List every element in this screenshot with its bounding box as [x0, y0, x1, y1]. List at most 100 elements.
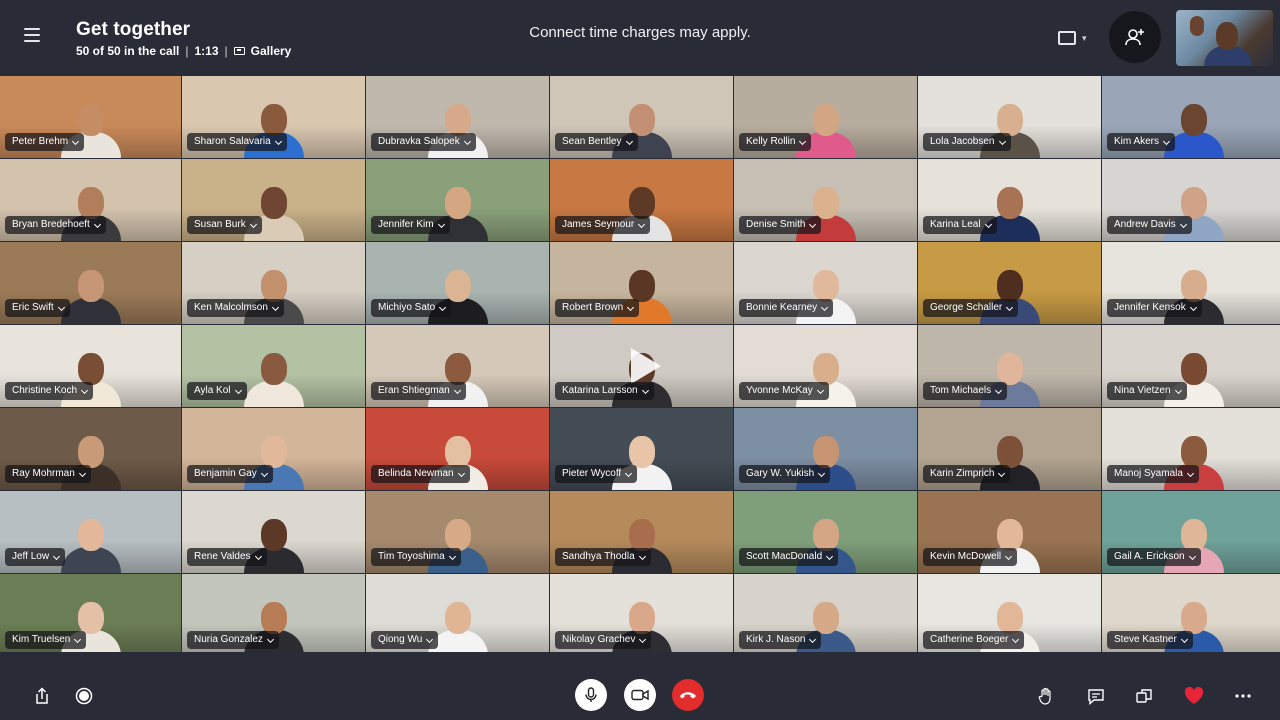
participant-name-tag[interactable]: Gary W. Yukish: [739, 465, 831, 483]
participant-name-tag[interactable]: Kirk J. Nason: [739, 631, 822, 649]
participant-name-tag[interactable]: Peter Brehm: [5, 133, 85, 151]
participant-tile[interactable]: Sandhya Thodla: [550, 491, 733, 573]
participant-name-tag[interactable]: Tim Toyoshima: [371, 548, 461, 566]
participant-name-tag[interactable]: Ken Malcolmson: [187, 299, 284, 317]
participant-name-tag[interactable]: Ray Mohrman: [5, 465, 91, 483]
participant-tile[interactable]: Yvonne McKay: [734, 325, 917, 407]
participant-tile[interactable]: Eran Shtiegman: [366, 325, 549, 407]
participant-tile[interactable]: Belinda Newman: [366, 408, 549, 490]
participant-tile[interactable]: Susan Burk: [182, 159, 365, 241]
participant-tile[interactable]: Bryan Bredehoeft: [0, 159, 181, 241]
participant-name-tag[interactable]: Benjamin Gay: [187, 465, 273, 483]
participant-tile[interactable]: Nikolay Grachev: [550, 574, 733, 656]
participant-tile[interactable]: Ken Malcolmson: [182, 242, 365, 324]
participant-tile[interactable]: Denise Smith: [734, 159, 917, 241]
participant-name-tag[interactable]: Steve Kastner: [1107, 631, 1193, 649]
participant-name-tag[interactable]: Susan Burk: [187, 216, 262, 234]
participant-tile[interactable]: Kim Truelsen: [0, 574, 181, 656]
participant-tile[interactable]: Christine Koch: [0, 325, 181, 407]
participant-tile[interactable]: Gail A. Erickson: [1102, 491, 1280, 573]
participant-name-tag[interactable]: Michiyo Sato: [371, 299, 452, 317]
participant-tile[interactable]: James Seymour: [550, 159, 733, 241]
participant-name-tag[interactable]: Eran Shtiegman: [371, 382, 466, 400]
participant-tile[interactable]: Nuria Gonzalez: [182, 574, 365, 656]
participant-tile[interactable]: Bonnie Kearney: [734, 242, 917, 324]
participant-tile[interactable]: Jennifer Kim: [366, 159, 549, 241]
participant-tile[interactable]: Manoj Syamala: [1102, 408, 1280, 490]
participant-name-tag[interactable]: James Seymour: [555, 216, 651, 234]
participant-name-tag[interactable]: Karin Zimprich: [923, 465, 1011, 483]
participant-name-tag[interactable]: Jeff Low: [5, 548, 66, 566]
participant-tile[interactable]: Pieter Wycoff: [550, 408, 733, 490]
participant-name-tag[interactable]: Qiong Wu: [371, 631, 439, 649]
participant-tile[interactable]: Kelly Rollin: [734, 76, 917, 158]
hang-up-button[interactable]: [672, 679, 704, 711]
participant-name-tag[interactable]: Bryan Bredehoeft: [5, 216, 106, 234]
participant-name-tag[interactable]: Tom Michaels: [923, 382, 1008, 400]
participant-tile[interactable]: Kirk J. Nason: [734, 574, 917, 656]
participant-tile[interactable]: Peter Brehm: [0, 76, 181, 158]
participant-name-tag[interactable]: Nina Vietzen: [1107, 382, 1187, 400]
participant-name-tag[interactable]: Robert Brown: [555, 299, 640, 317]
participant-tile[interactable]: Jeff Low: [0, 491, 181, 573]
participant-name-tag[interactable]: Pieter Wycoff: [555, 465, 638, 483]
participant-tile[interactable]: Sharon Salavaria: [182, 76, 365, 158]
record-button[interactable]: [74, 686, 94, 706]
participant-name-tag[interactable]: Lola Jacobsen: [923, 133, 1011, 151]
participant-tile[interactable]: Karina Leal: [918, 159, 1101, 241]
participant-tile[interactable]: Rene Valdes: [182, 491, 365, 573]
participant-tile[interactable]: Sean Bentley: [550, 76, 733, 158]
participant-name-tag[interactable]: Jennifer Kim: [371, 216, 450, 234]
participant-tile[interactable]: Tim Toyoshima: [366, 491, 549, 573]
play-icon[interactable]: [630, 348, 661, 384]
participant-name-tag[interactable]: Gail A. Erickson: [1107, 548, 1201, 566]
participant-tile[interactable]: Benjamin Gay: [182, 408, 365, 490]
participant-name-tag[interactable]: Catherine Boeger: [923, 631, 1025, 649]
react-button[interactable]: [1183, 686, 1205, 706]
mute-button[interactable]: [575, 679, 607, 711]
participant-tile[interactable]: George Schaller: [918, 242, 1101, 324]
more-options-button[interactable]: [1233, 686, 1253, 706]
participant-tile[interactable]: Andrew Davis: [1102, 159, 1280, 241]
participant-name-tag[interactable]: Kelly Rollin: [739, 133, 812, 151]
participant-name-tag[interactable]: Sandhya Thodla: [555, 548, 651, 566]
participant-tile[interactable]: Robert Brown: [550, 242, 733, 324]
view-switch-button[interactable]: ▾: [1058, 28, 1098, 48]
view-mode-label[interactable]: Gallery: [251, 44, 292, 58]
participant-tile[interactable]: Karin Zimprich: [918, 408, 1101, 490]
raise-hand-button[interactable]: [1036, 686, 1056, 706]
self-view-preview[interactable]: [1176, 10, 1273, 66]
participant-tile[interactable]: Ayla Kol: [182, 325, 365, 407]
participant-name-tag[interactable]: Kim Truelsen: [5, 631, 87, 649]
participant-name-tag[interactable]: Bonnie Kearney: [739, 299, 834, 317]
participant-tile[interactable]: Ray Mohrman: [0, 408, 181, 490]
participant-tile[interactable]: Michiyo Sato: [366, 242, 549, 324]
participant-name-tag[interactable]: Ayla Kol: [187, 382, 247, 400]
participant-tile[interactable]: Qiong Wu: [366, 574, 549, 656]
participant-tile[interactable]: Jennifer Kensok: [1102, 242, 1280, 324]
participant-tile[interactable]: Scott MacDonald: [734, 491, 917, 573]
add-people-button[interactable]: [1109, 11, 1161, 63]
participant-tile[interactable]: Tom Michaels: [918, 325, 1101, 407]
chat-button[interactable]: [1086, 686, 1106, 706]
participant-name-tag[interactable]: Scott MacDonald: [739, 548, 839, 566]
participant-name-tag[interactable]: Eric Swift: [5, 299, 70, 317]
participant-name-tag[interactable]: Sharon Salavaria: [187, 133, 287, 151]
participant-name-tag[interactable]: Denise Smith: [739, 216, 822, 234]
participant-name-tag[interactable]: Yvonne McKay: [739, 382, 829, 400]
participant-tile[interactable]: Eric Swift: [0, 242, 181, 324]
share-button[interactable]: [32, 686, 52, 706]
participant-name-tag[interactable]: Kevin McDowell: [923, 548, 1018, 566]
participant-tile[interactable]: Dubravka Salopek: [366, 76, 549, 158]
participant-name-tag[interactable]: Katarina Larsson: [555, 382, 654, 400]
participant-name-tag[interactable]: Andrew Davis: [1107, 216, 1192, 234]
participant-name-tag[interactable]: Karina Leal: [923, 216, 997, 234]
participant-tile[interactable]: Lola Jacobsen: [918, 76, 1101, 158]
participant-tile[interactable]: Kim Akers: [1102, 76, 1280, 158]
participant-name-tag[interactable]: Sean Bentley: [555, 133, 638, 151]
participant-name-tag[interactable]: Dubravka Salopek: [371, 133, 476, 151]
participant-name-tag[interactable]: Rene Valdes: [187, 548, 267, 566]
participant-name-tag[interactable]: Christine Koch: [5, 382, 94, 400]
participant-tile[interactable]: Katarina Larsson: [550, 325, 733, 407]
participant-name-tag[interactable]: Manoj Syamala: [1107, 465, 1199, 483]
